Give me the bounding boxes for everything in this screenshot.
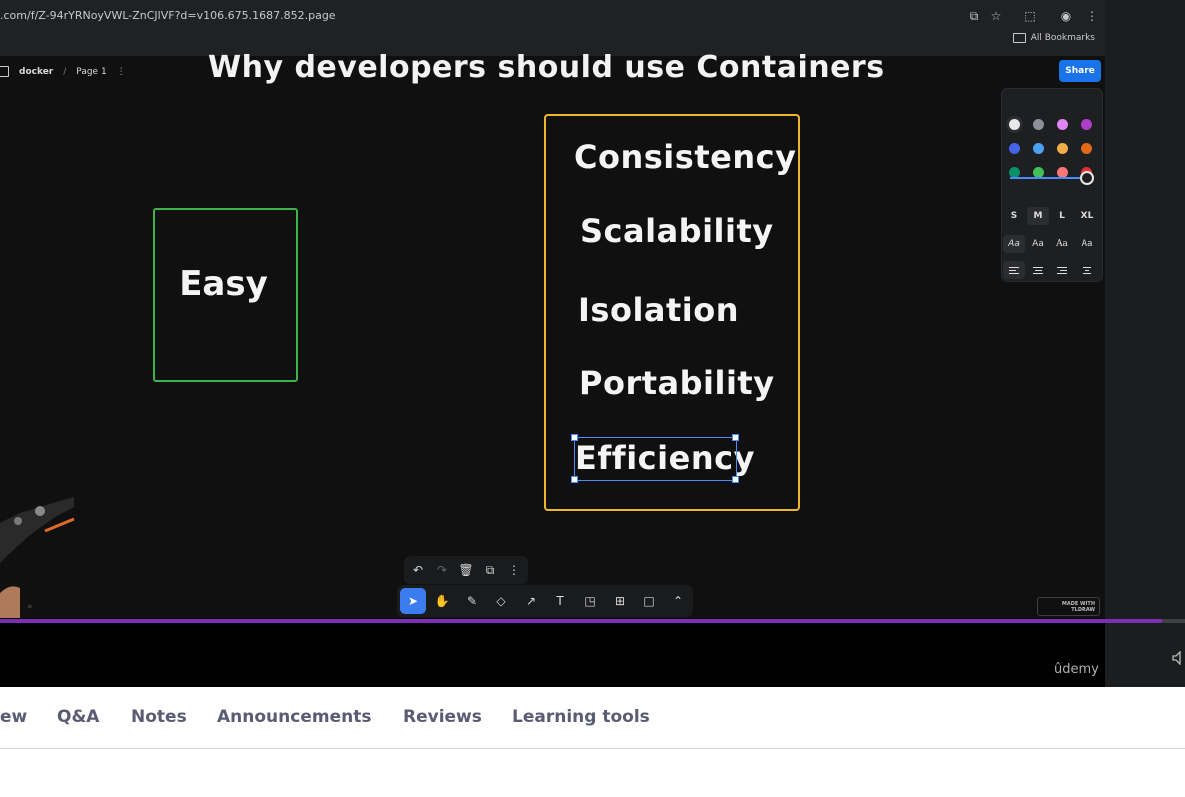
more-tools-chevron-icon[interactable]: ⌃: [665, 588, 691, 614]
share-button[interactable]: Share: [1059, 60, 1101, 82]
address-bar-url[interactable]: .com/f/Z-94rYRNoyVWL-ZnCJlVF?d=v106.675.…: [0, 9, 336, 22]
main-menu-icon[interactable]: [0, 66, 9, 77]
hand-tool-icon[interactable]: ✋: [429, 588, 455, 614]
tldraw-page-menu: docker / Page 1 ⋮: [0, 66, 126, 77]
scalability-text-shape[interactable]: Scalability: [580, 212, 774, 250]
made-with-tldraw-badge[interactable]: MADE WITH TLDRAW: [1037, 597, 1100, 616]
vertical-align-icon[interactable]: [1076, 261, 1098, 279]
color-swatch[interactable]: [1033, 119, 1044, 130]
page-name[interactable]: Page 1: [76, 67, 106, 77]
collapse-chevron-icon[interactable]: »: [27, 602, 33, 612]
easy-text-shape[interactable]: Easy: [153, 264, 294, 304]
tldraw-canvas[interactable]: docker / Page 1 ⋮ Why developers should …: [0, 50, 1105, 618]
redo-icon[interactable]: ↷: [429, 557, 455, 583]
install-app-icon[interactable]: ⧉: [964, 6, 984, 26]
size-xl-button[interactable]: XL: [1076, 207, 1098, 225]
undo-icon[interactable]: ↶: [405, 557, 431, 583]
resize-handle[interactable]: [732, 476, 739, 483]
size-s-button[interactable]: S: [1003, 207, 1025, 225]
all-bookmarks[interactable]: All Bookmarks: [1012, 33, 1095, 43]
tab-qa[interactable]: Q&A: [57, 707, 99, 727]
font-draw-button[interactable]: Aa: [1003, 235, 1025, 253]
breadcrumb-separator: /: [63, 66, 67, 77]
udemy-logo: ûdemy: [1054, 662, 1099, 677]
selection-outline: [574, 437, 737, 481]
font-sans-button[interactable]: Aa: [1027, 235, 1049, 253]
size-l-button[interactable]: L: [1051, 207, 1073, 225]
tab-announcements[interactable]: Announcements: [217, 707, 371, 727]
video-progress-fill: [0, 619, 1163, 623]
resize-handle[interactable]: [571, 476, 578, 483]
color-swatch[interactable]: [1057, 119, 1068, 130]
page-menu-icon[interactable]: ⋮: [117, 67, 126, 77]
tab-reviews[interactable]: Reviews: [403, 707, 482, 727]
video-progress-bar[interactable]: [0, 619, 1185, 623]
color-swatch[interactable]: [1057, 143, 1068, 154]
font-mono-button[interactable]: Aa: [1076, 235, 1098, 253]
quick-actions-toolbar: ↶ ↷ 🗑 ⧉ ⋮: [404, 556, 528, 584]
draw-tool-icon[interactable]: ✎: [459, 588, 485, 614]
color-swatch[interactable]: [1009, 119, 1020, 130]
resize-handle[interactable]: [732, 434, 739, 441]
webcam-overlay: [0, 497, 75, 618]
tab-learning-tools[interactable]: Learning tools: [512, 707, 650, 727]
course-tabs: ew Q&A Notes Announcements Reviews Learn…: [0, 688, 1185, 749]
color-swatch[interactable]: [1033, 143, 1044, 154]
select-tool-icon[interactable]: ➤: [400, 588, 426, 614]
opacity-slider-thumb[interactable]: [1080, 171, 1094, 185]
bookmark-star-icon[interactable]: ☆: [986, 6, 1006, 26]
video-player[interactable]: .com/f/Z-94rYRNoyVWL-ZnCJlVF?d=v106.675.…: [0, 0, 1185, 687]
arrow-tool-icon[interactable]: ↗: [518, 588, 544, 614]
profile-avatar-icon[interactable]: ◉: [1056, 6, 1076, 26]
player-side-gutter: [1105, 0, 1185, 687]
volume-icon[interactable]: [1172, 651, 1185, 665]
align-left-icon[interactable]: [1003, 261, 1025, 279]
resize-handle[interactable]: [571, 434, 578, 441]
align-center-icon[interactable]: [1027, 261, 1049, 279]
note-tool-icon[interactable]: ◳: [577, 588, 603, 614]
align-right-icon[interactable]: [1051, 261, 1073, 279]
text-tool-icon[interactable]: T: [547, 588, 573, 614]
isolation-text-shape[interactable]: Isolation: [578, 291, 739, 329]
duplicate-icon[interactable]: ⧉: [477, 557, 503, 583]
browser-chrome: .com/f/Z-94rYRNoyVWL-ZnCJlVF?d=v106.675.…: [0, 0, 1105, 56]
consistency-text-shape[interactable]: Consistency: [574, 138, 796, 176]
rectangle-tool-icon[interactable]: □: [636, 588, 662, 614]
style-panel: S M L XL Aa Aa Aa Aa: [1001, 88, 1103, 282]
tab-overview[interactable]: ew: [0, 707, 27, 727]
font-serif-button[interactable]: Aa: [1051, 235, 1073, 253]
color-swatch[interactable]: [1081, 119, 1092, 130]
canvas-title-text[interactable]: Why developers should use Containers: [208, 50, 885, 85]
all-bookmarks-label: All Bookmarks: [1030, 33, 1095, 43]
opacity-slider-track[interactable]: [1010, 177, 1085, 179]
tools-toolbar: ➤ ✋ ✎ ◇ ↗ T ◳ ⊞ □ ⌃: [397, 585, 693, 617]
document-name[interactable]: docker: [19, 67, 53, 77]
color-swatch[interactable]: [1081, 143, 1092, 154]
browser-menu-icon[interactable]: ⋮: [1082, 6, 1102, 26]
portability-text-shape[interactable]: Portability: [579, 364, 775, 402]
color-swatch[interactable]: [1009, 143, 1020, 154]
folder-icon: [1012, 33, 1026, 43]
extensions-icon[interactable]: ⬚: [1020, 6, 1040, 26]
image-tool-icon[interactable]: ⊞: [607, 588, 633, 614]
eraser-tool-icon[interactable]: ◇: [488, 588, 514, 614]
more-actions-icon[interactable]: ⋮: [501, 557, 527, 583]
size-m-button[interactable]: M: [1027, 207, 1049, 225]
tab-notes[interactable]: Notes: [131, 707, 187, 727]
delete-icon[interactable]: 🗑: [453, 557, 479, 583]
